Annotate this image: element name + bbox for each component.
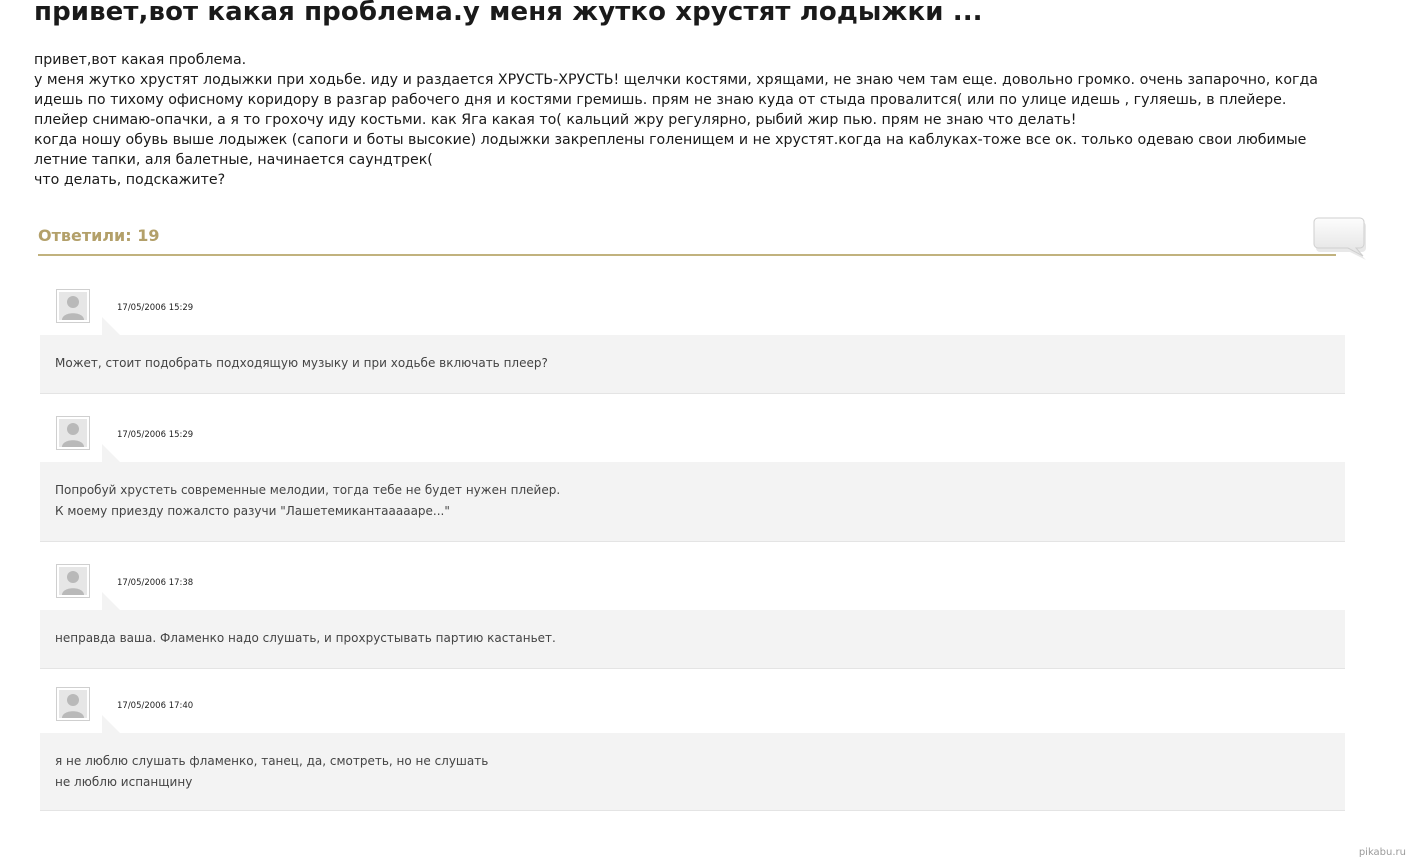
- avatar[interactable]: [56, 564, 90, 598]
- comment-date: 17/05/2006 15:29: [117, 430, 194, 440]
- comment-body: Попробуй хрустеть современные мелодии, т…: [40, 462, 1345, 542]
- question-line: что делать, подскажите?: [34, 172, 226, 188]
- comment-body: неправда ваша. Фламенко надо слушать, и …: [40, 610, 1345, 669]
- default-user-avatar-icon: [59, 690, 87, 718]
- answers-divider: [38, 254, 1336, 256]
- comment-date: 17/05/2006 15:29: [117, 303, 194, 313]
- speech-bubble-icon: [1312, 214, 1368, 260]
- question-line: когда ношу обувь выше лодыжек (сапоги и …: [34, 132, 1307, 148]
- comment-text: К моему приезду пожалсто разучи "Лашетем…: [55, 504, 450, 518]
- comment-text: я не люблю слушать фламенко, танец, да, …: [55, 754, 489, 768]
- comment-text: неправда ваша. Фламенко надо слушать, и …: [55, 631, 556, 645]
- question-line: идешь по тихому офисному коридору в разг…: [34, 92, 1287, 108]
- comment-pointer: [102, 592, 120, 610]
- comment-text: не люблю испанщину: [55, 775, 193, 789]
- question-line: летние тапки, аля балетные, начинается с…: [34, 152, 433, 168]
- comment-pointer: [102, 317, 120, 335]
- question-line: у меня жутко хрустят лодыжки при ходьбе.…: [34, 72, 1318, 88]
- avatar[interactable]: [56, 687, 90, 721]
- question-text: привет,вот какая проблема. у меня жутко …: [34, 50, 1374, 190]
- comment-text: Попробуй хрустеть современные мелодии, т…: [55, 483, 561, 497]
- default-user-avatar-icon: [59, 567, 87, 595]
- avatar[interactable]: [56, 289, 90, 323]
- site-watermark: pikabu.ru: [1358, 847, 1406, 858]
- avatar[interactable]: [56, 416, 90, 450]
- question-line: плейер снимаю-опачки, а я то грохочу иду…: [34, 112, 1077, 128]
- comment-date: 17/05/2006 17:38: [117, 578, 194, 588]
- comment-body: я не люблю слушать фламенко, танец, да, …: [40, 733, 1345, 811]
- question-line: привет,вот какая проблема.: [34, 52, 247, 68]
- answers-count-heading: Ответили: 19: [38, 226, 160, 245]
- comment-date: 17/05/2006 17:40: [117, 701, 194, 711]
- comment-text: Может, стоит подобрать подходящую музыку…: [55, 356, 548, 370]
- comment-body: Может, стоит подобрать подходящую музыку…: [40, 335, 1345, 394]
- comment-pointer: [102, 715, 120, 733]
- default-user-avatar-icon: [59, 292, 87, 320]
- page-title: привет,вот какая проблема.у меня жутко х…: [34, 0, 983, 27]
- comment-pointer: [102, 444, 120, 462]
- default-user-avatar-icon: [59, 419, 87, 447]
